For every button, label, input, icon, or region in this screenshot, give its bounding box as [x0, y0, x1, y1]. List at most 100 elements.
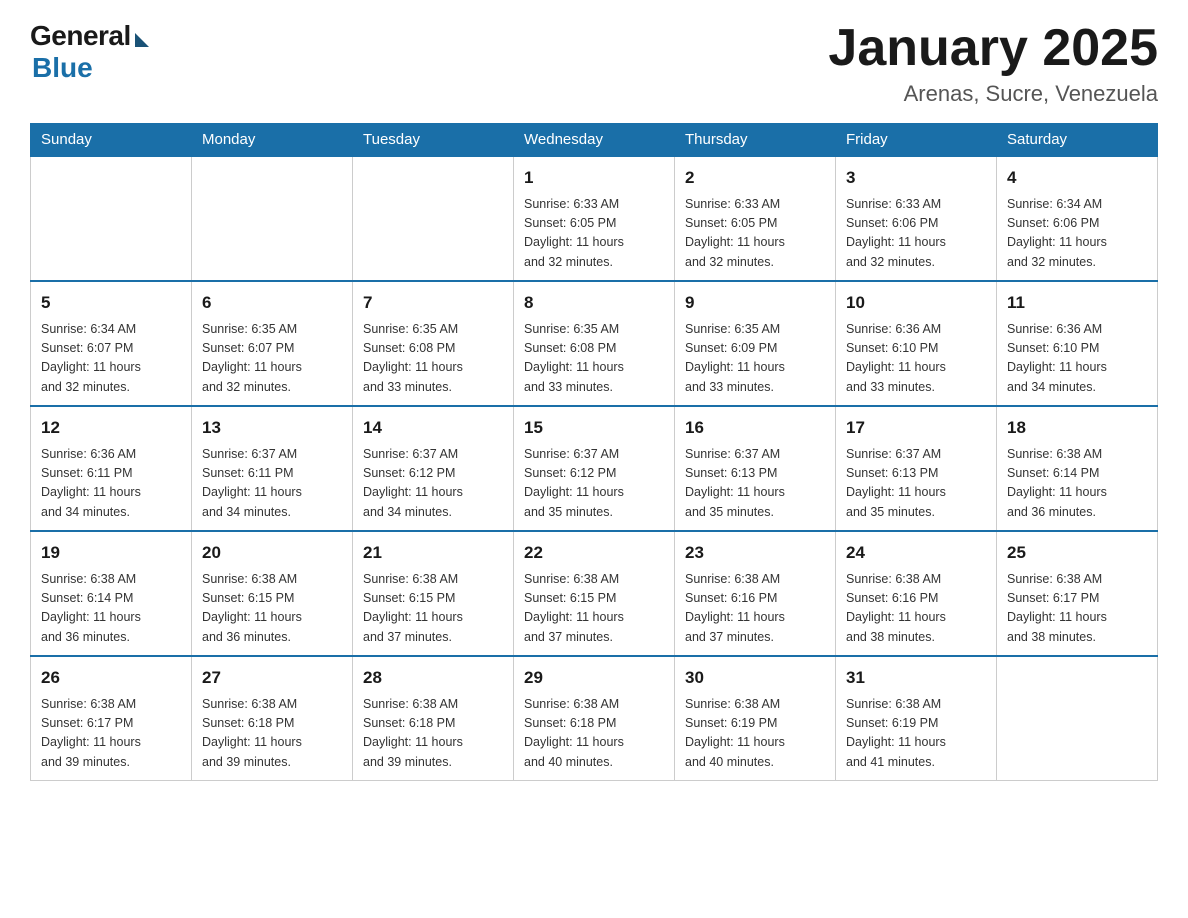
- calendar-cell: 31 Sunrise: 6:38 AMSunset: 6:19 PMDayligh…: [836, 656, 997, 781]
- calendar-week-row: 5 Sunrise: 6:34 AMSunset: 6:07 PMDaylight…: [31, 281, 1158, 406]
- month-title: January 2025: [828, 20, 1158, 77]
- calendar-cell: 22Sunrise: 6:38 AMSunset: 6:15 PMDayligh…: [514, 531, 675, 656]
- calendar-cell: 1 Sunrise: 6:33 AMSunset: 6:05 PMDaylight…: [514, 157, 675, 282]
- calendar-cell: [192, 157, 353, 282]
- day-info: Sunrise: 6:36 AMSunset: 6:10 PMDaylight:…: [1007, 320, 1147, 398]
- day-info: Sunrise: 6:33 AMSunset: 6:05 PMDaylight:…: [685, 195, 825, 273]
- day-number: 14: [363, 415, 503, 441]
- calendar-cell: 14 Sunrise: 6:37 AMSunset: 6:12 PMDayligh…: [353, 406, 514, 531]
- calendar-cell: 17Sunrise: 6:37 AMSunset: 6:13 PMDayligh…: [836, 406, 997, 531]
- calendar-cell: 15 Sunrise: 6:37 AMSunset: 6:12 PMDayligh…: [514, 406, 675, 531]
- day-info: Sunrise: 6:38 AMSunset: 6:14 PMDaylight:…: [1007, 445, 1147, 523]
- day-number: 15: [524, 415, 664, 441]
- calendar-cell: 23 Sunrise: 6:38 AMSunset: 6:16 PMDayligh…: [675, 531, 836, 656]
- calendar-header-thursday: Thursday: [675, 123, 836, 157]
- day-info: Sunrise: 6:37 AMSunset: 6:11 PMDaylight:…: [202, 445, 342, 523]
- day-number: 25: [1007, 540, 1147, 566]
- calendar-cell: 26Sunrise: 6:38 AMSunset: 6:17 PMDayligh…: [31, 656, 192, 781]
- calendar-cell: 21 Sunrise: 6:38 AMSunset: 6:15 PMDayligh…: [353, 531, 514, 656]
- day-number: 31: [846, 665, 986, 691]
- day-number: 30: [685, 665, 825, 691]
- day-info: Sunrise: 6:38 AMSunset: 6:15 PMDaylight:…: [202, 570, 342, 648]
- calendar-cell: 29 Sunrise: 6:38 AMSunset: 6:18 PMDayligh…: [514, 656, 675, 781]
- calendar-cell: 7 Sunrise: 6:35 AMSunset: 6:08 PMDaylight…: [353, 281, 514, 406]
- day-info: Sunrise: 6:35 AMSunset: 6:08 PMDaylight:…: [363, 320, 503, 398]
- calendar-cell: 10 Sunrise: 6:36 AMSunset: 6:10 PMDayligh…: [836, 281, 997, 406]
- day-number: 24: [846, 540, 986, 566]
- day-info: Sunrise: 6:38 AMSunset: 6:19 PMDaylight:…: [685, 695, 825, 773]
- calendar-cell: 19 Sunrise: 6:38 AMSunset: 6:14 PMDayligh…: [31, 531, 192, 656]
- day-number: 29: [524, 665, 664, 691]
- calendar-cell: 13 Sunrise: 6:37 AMSunset: 6:11 PMDayligh…: [192, 406, 353, 531]
- day-info: Sunrise: 6:35 AMSunset: 6:07 PMDaylight:…: [202, 320, 342, 398]
- calendar-cell: 25Sunrise: 6:38 AMSunset: 6:17 PMDayligh…: [997, 531, 1158, 656]
- day-number: 13: [202, 415, 342, 441]
- day-number: 21: [363, 540, 503, 566]
- day-number: 2: [685, 165, 825, 191]
- calendar-cell: 27 Sunrise: 6:38 AMSunset: 6:18 PMDayligh…: [192, 656, 353, 781]
- calendar-week-row: 12Sunrise: 6:36 AMSunset: 6:11 PMDayligh…: [31, 406, 1158, 531]
- calendar-week-row: 19 Sunrise: 6:38 AMSunset: 6:14 PMDayligh…: [31, 531, 1158, 656]
- title-section: January 2025 Arenas, Sucre, Venezuela: [828, 20, 1158, 107]
- day-number: 27: [202, 665, 342, 691]
- calendar-header-wednesday: Wednesday: [514, 123, 675, 157]
- calendar-cell: 28 Sunrise: 6:38 AMSunset: 6:18 PMDayligh…: [353, 656, 514, 781]
- day-number: 3: [846, 165, 986, 191]
- day-info: Sunrise: 6:38 AMSunset: 6:19 PMDaylight:…: [846, 695, 986, 773]
- day-info: Sunrise: 6:34 AMSunset: 6:07 PMDaylight:…: [41, 320, 181, 398]
- day-info: Sunrise: 6:38 AMSunset: 6:16 PMDaylight:…: [685, 570, 825, 648]
- calendar-cell: [31, 157, 192, 282]
- calendar-cell: 30 Sunrise: 6:38 AMSunset: 6:19 PMDayligh…: [675, 656, 836, 781]
- day-number: 4: [1007, 165, 1147, 191]
- day-number: 22: [524, 540, 664, 566]
- day-info: Sunrise: 6:33 AMSunset: 6:05 PMDaylight:…: [524, 195, 664, 273]
- day-info: Sunrise: 6:36 AMSunset: 6:11 PMDaylight:…: [41, 445, 181, 523]
- calendar-cell: 20 Sunrise: 6:38 AMSunset: 6:15 PMDayligh…: [192, 531, 353, 656]
- calendar-cell: 11 Sunrise: 6:36 AMSunset: 6:10 PMDayligh…: [997, 281, 1158, 406]
- day-number: 9: [685, 290, 825, 316]
- calendar-cell: [353, 157, 514, 282]
- day-number: 28: [363, 665, 503, 691]
- day-info: Sunrise: 6:38 AMSunset: 6:16 PMDaylight:…: [846, 570, 986, 648]
- logo-arrow-icon: [135, 33, 149, 47]
- day-number: 10: [846, 290, 986, 316]
- day-info: Sunrise: 6:38 AMSunset: 6:14 PMDaylight:…: [41, 570, 181, 648]
- day-number: 7: [363, 290, 503, 316]
- calendar-cell: 9Sunrise: 6:35 AMSunset: 6:09 PMDaylight…: [675, 281, 836, 406]
- day-number: 19: [41, 540, 181, 566]
- day-info: Sunrise: 6:38 AMSunset: 6:18 PMDaylight:…: [363, 695, 503, 773]
- calendar-cell: 24 Sunrise: 6:38 AMSunset: 6:16 PMDayligh…: [836, 531, 997, 656]
- calendar-week-row: 26Sunrise: 6:38 AMSunset: 6:17 PMDayligh…: [31, 656, 1158, 781]
- day-number: 20: [202, 540, 342, 566]
- calendar-header-row: SundayMondayTuesdayWednesdayThursdayFrid…: [31, 123, 1158, 157]
- day-info: Sunrise: 6:37 AMSunset: 6:13 PMDaylight:…: [685, 445, 825, 523]
- day-number: 23: [685, 540, 825, 566]
- day-info: Sunrise: 6:34 AMSunset: 6:06 PMDaylight:…: [1007, 195, 1147, 273]
- location-title: Arenas, Sucre, Venezuela: [828, 81, 1158, 107]
- day-info: Sunrise: 6:37 AMSunset: 6:12 PMDaylight:…: [363, 445, 503, 523]
- calendar-header-friday: Friday: [836, 123, 997, 157]
- day-info: Sunrise: 6:36 AMSunset: 6:10 PMDaylight:…: [846, 320, 986, 398]
- day-number: 16: [685, 415, 825, 441]
- day-info: Sunrise: 6:37 AMSunset: 6:12 PMDaylight:…: [524, 445, 664, 523]
- calendar-week-row: 1 Sunrise: 6:33 AMSunset: 6:05 PMDaylight…: [31, 157, 1158, 282]
- day-number: 26: [41, 665, 181, 691]
- day-number: 17: [846, 415, 986, 441]
- day-number: 1: [524, 165, 664, 191]
- calendar-table: SundayMondayTuesdayWednesdayThursdayFrid…: [30, 123, 1158, 781]
- day-info: Sunrise: 6:38 AMSunset: 6:18 PMDaylight:…: [524, 695, 664, 773]
- calendar-header-tuesday: Tuesday: [353, 123, 514, 157]
- calendar-header-monday: Monday: [192, 123, 353, 157]
- calendar-cell: 3 Sunrise: 6:33 AMSunset: 6:06 PMDaylight…: [836, 157, 997, 282]
- day-number: 11: [1007, 290, 1147, 316]
- day-info: Sunrise: 6:38 AMSunset: 6:18 PMDaylight:…: [202, 695, 342, 773]
- logo: General Blue: [30, 20, 149, 84]
- calendar-header-saturday: Saturday: [997, 123, 1158, 157]
- day-info: Sunrise: 6:33 AMSunset: 6:06 PMDaylight:…: [846, 195, 986, 273]
- calendar-header-sunday: Sunday: [31, 123, 192, 157]
- day-info: Sunrise: 6:38 AMSunset: 6:15 PMDaylight:…: [363, 570, 503, 648]
- calendar-cell: 5 Sunrise: 6:34 AMSunset: 6:07 PMDaylight…: [31, 281, 192, 406]
- day-number: 5: [41, 290, 181, 316]
- day-number: 18: [1007, 415, 1147, 441]
- calendar-cell: 12Sunrise: 6:36 AMSunset: 6:11 PMDayligh…: [31, 406, 192, 531]
